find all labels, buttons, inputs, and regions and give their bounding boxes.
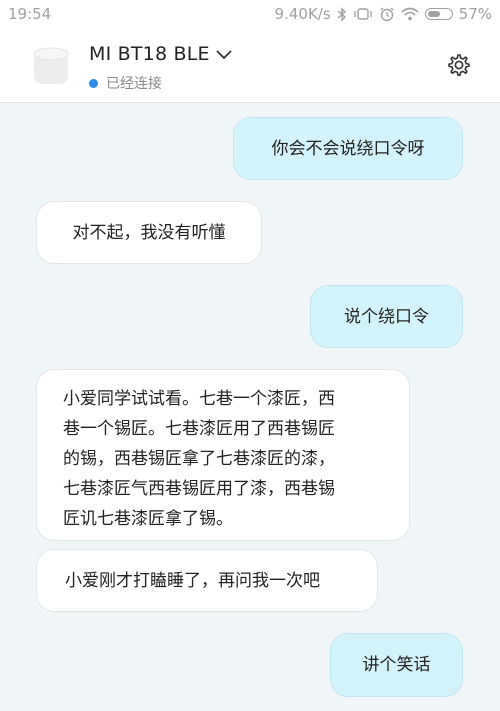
battery-percent: 57% [458,5,492,23]
chat-area[interactable]: 你会不会说绕口令呀 对不起，我没有听懂 说个绕口令 小爱同学试试看。七巷一个漆匠… [0,103,500,711]
connection-status-text: 已经连接 [106,76,162,92]
device-name[interactable]: MI BT18 BLE [89,43,210,65]
status-icons: 9.40K/s 57% [275,5,492,23]
gear-icon[interactable] [446,52,472,78]
connection-status: 已经连接 [89,73,162,93]
message-line: 七巷漆匠气西巷锡匠用了漆，西巷锡 [63,479,335,499]
vibrate-icon [353,8,372,20]
speaker-icon [33,47,69,84]
alarm-icon [380,7,394,22]
assistant-message: 小爱刚才打瞌睡了，再问我一次吧 [36,549,378,612]
status-bar: 19:54 9.40K/s 57% [0,0,500,30]
status-dot [89,78,98,88]
assistant-message: 对不起，我没有听懂 [36,201,262,264]
message-line: 的锡，西巷锡匠拿了七巷漆匠的漆， [63,449,335,469]
assistant-message: 小爱同学试试看。七巷一个漆匠，西 巷一个锡匠。七巷漆匠用了西巷锡匠 的锡，西巷锡… [36,369,410,541]
bluetooth-icon [337,6,346,22]
message-line: 巷一个锡匠。七巷漆匠用了西巷锡匠 [63,419,335,439]
battery-icon [424,8,453,20]
message-line: 小爱同学试试看。七巷一个漆匠，西 [63,389,335,409]
chevron-down-icon[interactable] [214,47,234,61]
network-speed: 9.40K/s [274,5,331,23]
device-header: MI BT18 BLE 已经连接 [0,30,500,103]
user-message: 说个绕口令 [310,285,463,348]
user-message: 讲个笑话 [330,633,463,697]
user-message: 你会不会说绕口令呀 [233,117,463,180]
wifi-icon [401,7,419,21]
message-line: 匠讥七巷漆匠拿了锡。 [63,509,233,529]
status-time: 19:54 [8,5,52,23]
